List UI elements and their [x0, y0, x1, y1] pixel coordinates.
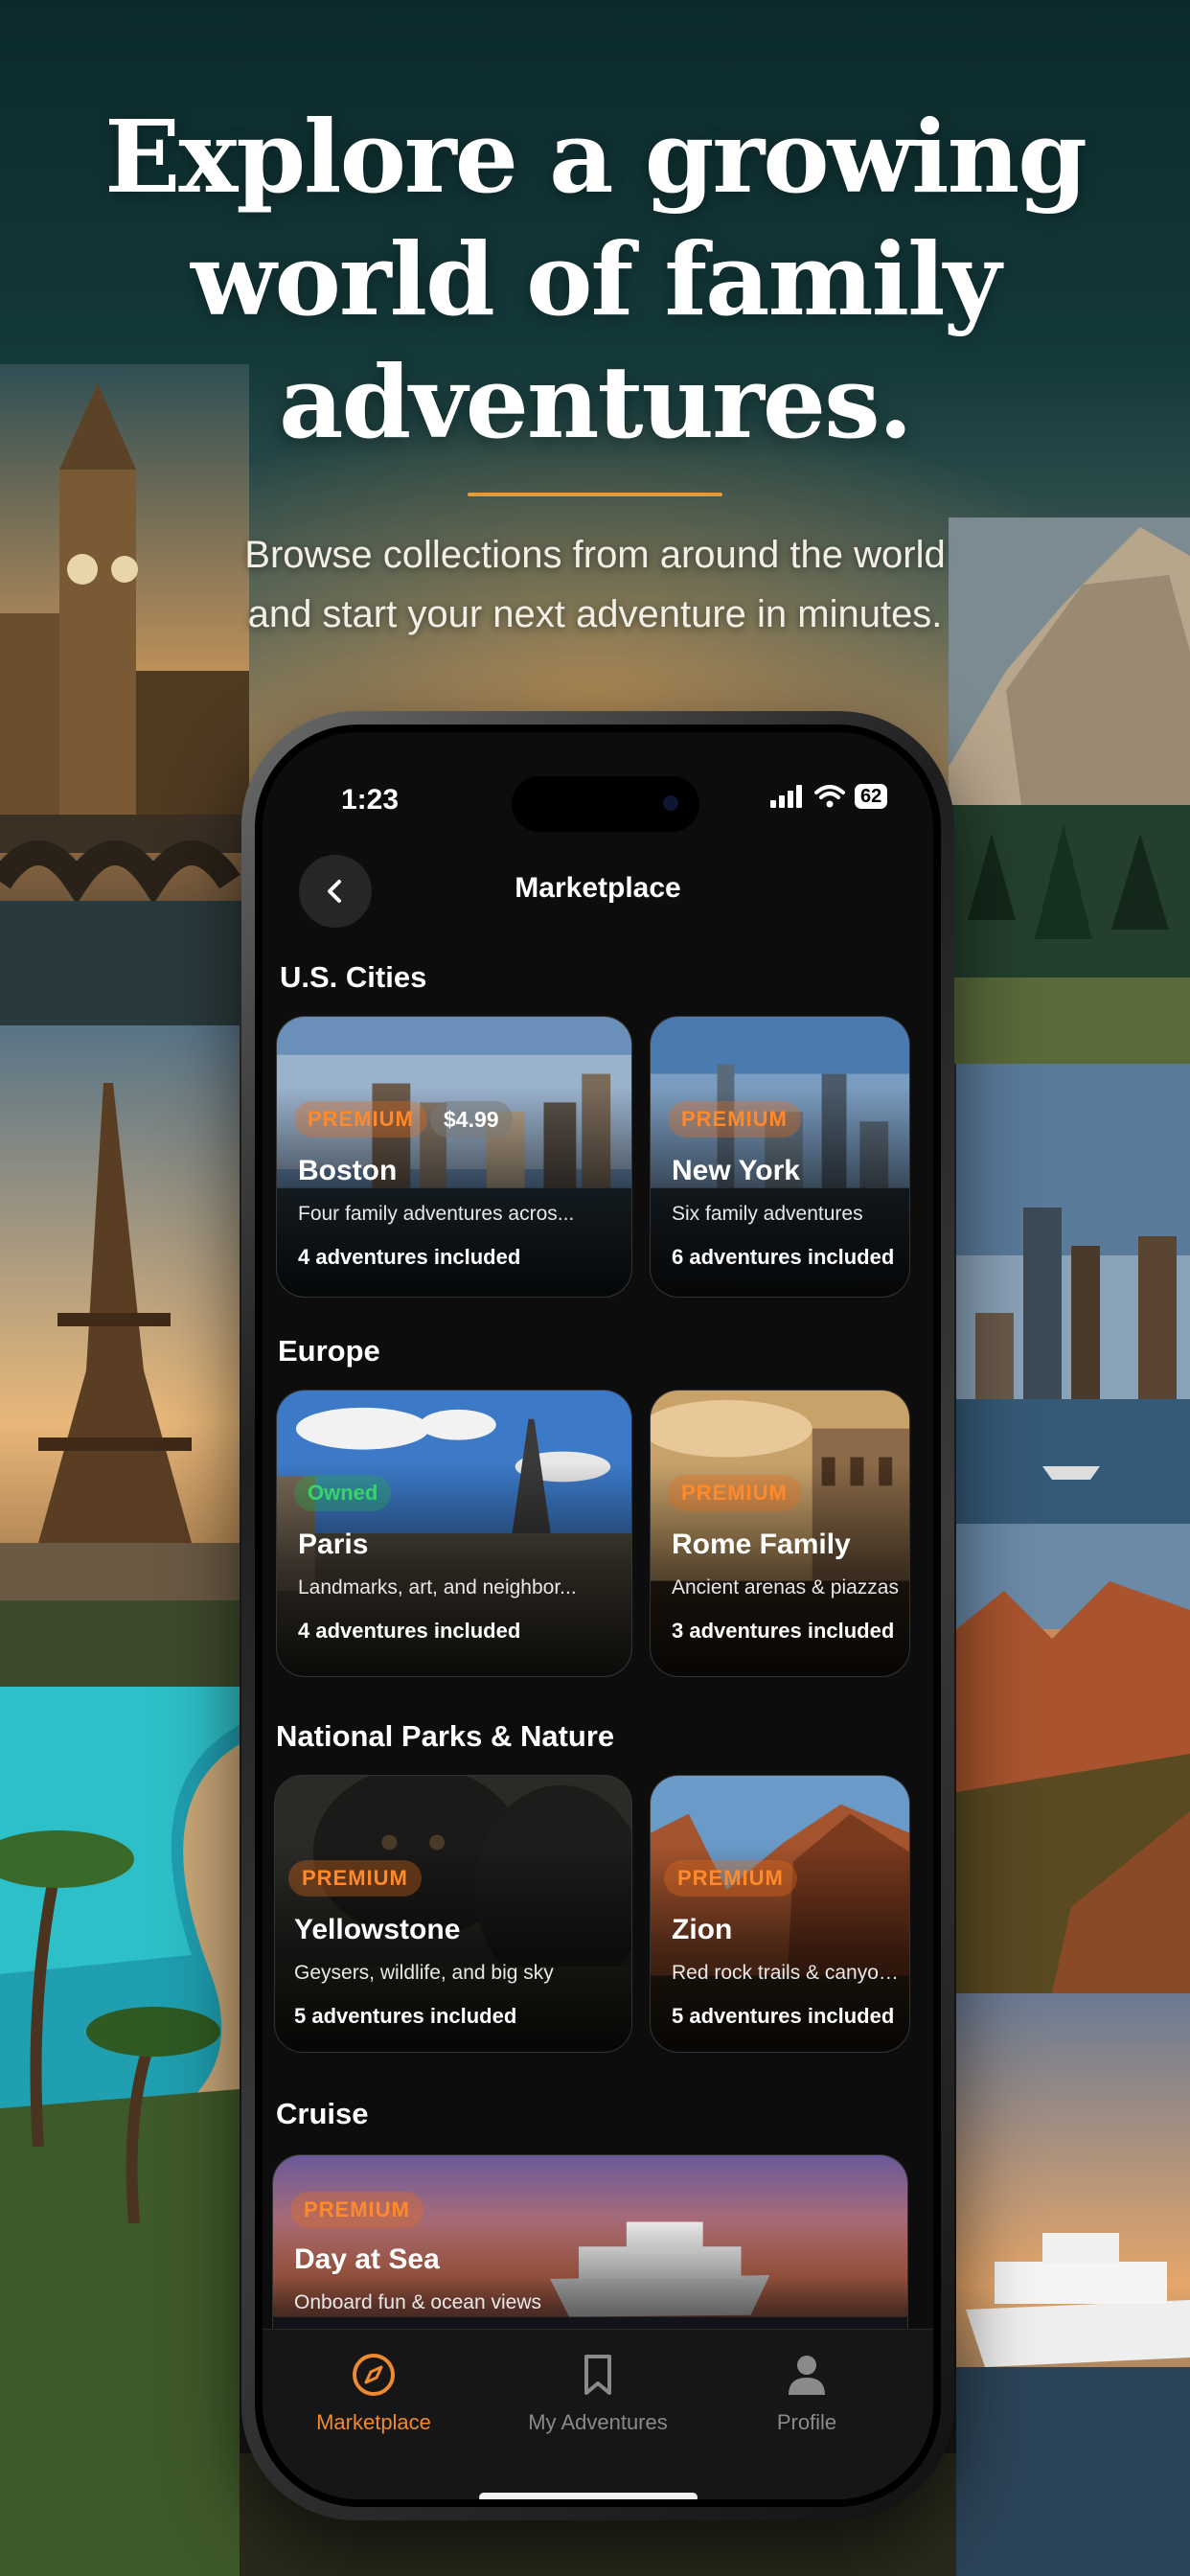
tropical-beach-photo	[0, 1687, 240, 2576]
card-title: Day at Sea	[294, 2243, 440, 2275]
section-title-national-parks: National Parks & Nature	[276, 1719, 615, 1753]
phone-frame: 1:23 62 Marketplace U.S. Cities PREMIUM …	[241, 711, 954, 2520]
subheadline-line-1: Browse collections from around the world	[244, 534, 946, 576]
person-icon	[789, 2356, 825, 2395]
section-title-us-cities: U.S. Cities	[280, 960, 427, 994]
home-indicator	[479, 2493, 698, 2499]
card-adventure-count: 3 adventures included	[672, 1619, 895, 1643]
status-time: 1:23	[341, 784, 400, 816]
eiffel-tower-photo	[0, 1025, 240, 1687]
card-description: Ancient arenas & piazzas	[672, 1576, 899, 1598]
card-description: Red rock trails & canyons	[672, 1962, 900, 1984]
cruise-ship-photo	[956, 1993, 1190, 2576]
card-description: Four family adventures acros...	[298, 1203, 575, 1225]
tab-marketplace[interactable]: Marketplace	[278, 2351, 469, 2435]
card-title: Boston	[298, 1155, 398, 1186]
collection-card-rome[interactable]: PREMIUM Rome Family Ancient arenas & pia…	[650, 1390, 910, 1677]
owned-badge: Owned	[294, 1475, 392, 1511]
card-adventure-count: 5 adventures included	[672, 2004, 895, 2028]
card-adventure-count: 4 adventures included	[298, 1619, 521, 1643]
bookmark-icon	[584, 2355, 611, 2395]
headline-divider	[468, 493, 722, 496]
price-tag: $4.99	[430, 1101, 513, 1138]
premium-badge: PREMIUM	[290, 2192, 423, 2228]
collection-card-yellowstone[interactable]: PREMIUM Yellowstone Geysers, wildlife, a…	[274, 1775, 632, 2053]
cellular-signal-icon	[770, 785, 802, 808]
collection-card-new-york[interactable]: PREMIUM New York Six family adventures 6…	[650, 1016, 910, 1298]
card-title: Rome Family	[672, 1529, 851, 1560]
premium-badge: PREMIUM	[294, 1101, 427, 1138]
section-title-cruise: Cruise	[276, 2097, 369, 2130]
tab-bar: Marketplace My Adventures Profile	[263, 2329, 933, 2499]
card-adventure-count: 4 adventures included	[298, 1245, 521, 1269]
subheadline-line-2: and start your next adventure in minutes…	[247, 593, 943, 635]
collection-card-paris[interactable]: Owned Paris Landmarks, art, and neighbor…	[276, 1390, 632, 1677]
premium-badge: PREMIUM	[668, 1475, 801, 1511]
premium-badge: PREMIUM	[288, 1860, 422, 1897]
tab-my-adventures[interactable]: My Adventures	[502, 2351, 694, 2435]
subheadline: Browse collections from around the world…	[0, 525, 1190, 644]
card-title: Zion	[672, 1914, 733, 1945]
collection-card-zion[interactable]: PREMIUM Zion Red rock trails & canyons 5…	[650, 1775, 910, 2053]
card-description: Landmarks, art, and neighbor...	[298, 1576, 577, 1598]
tab-label: My Adventures	[528, 2410, 668, 2434]
app-screen: 1:23 62 Marketplace U.S. Cities PREMIUM …	[255, 724, 941, 2507]
nav-title: Marketplace	[515, 872, 681, 904]
new-york-skyline-photo	[956, 1064, 1190, 1524]
tab-label: Marketplace	[316, 2410, 431, 2434]
front-camera	[663, 795, 678, 811]
card-title: Paris	[298, 1529, 369, 1560]
section-title-europe: Europe	[278, 1334, 380, 1368]
premium-badge: PREMIUM	[668, 1101, 801, 1138]
headline-line-2: world of family	[190, 220, 1001, 338]
card-description: Onboard fun & ocean views	[294, 2291, 541, 2313]
card-description: Six family adventures	[672, 1203, 863, 1225]
card-description: Geysers, wildlife, and big sky	[294, 1962, 554, 1984]
card-title: New York	[672, 1155, 800, 1186]
compass-icon	[353, 2354, 395, 2396]
premium-badge: PREMIUM	[664, 1860, 797, 1897]
tab-label: Profile	[776, 2410, 837, 2434]
card-title: Yellowstone	[294, 1914, 461, 1945]
canyon-photo	[956, 1524, 1190, 1993]
headline-line-1: Explore a growing	[104, 98, 1087, 216]
card-adventure-count: 5 adventures included	[294, 2004, 517, 2028]
status-indicators: 62	[770, 784, 888, 809]
tab-profile[interactable]: Profile	[711, 2351, 903, 2435]
headline-line-3: adventures.	[279, 343, 913, 461]
battery-indicator: 62	[855, 784, 888, 809]
card-adventure-count: 6 adventures included	[672, 1245, 895, 1269]
collection-card-boston[interactable]: PREMIUM $4.99 Boston Four family adventu…	[276, 1016, 632, 1298]
headline: Explore a growing world of family advent…	[0, 96, 1190, 464]
wifi-icon	[814, 785, 845, 808]
